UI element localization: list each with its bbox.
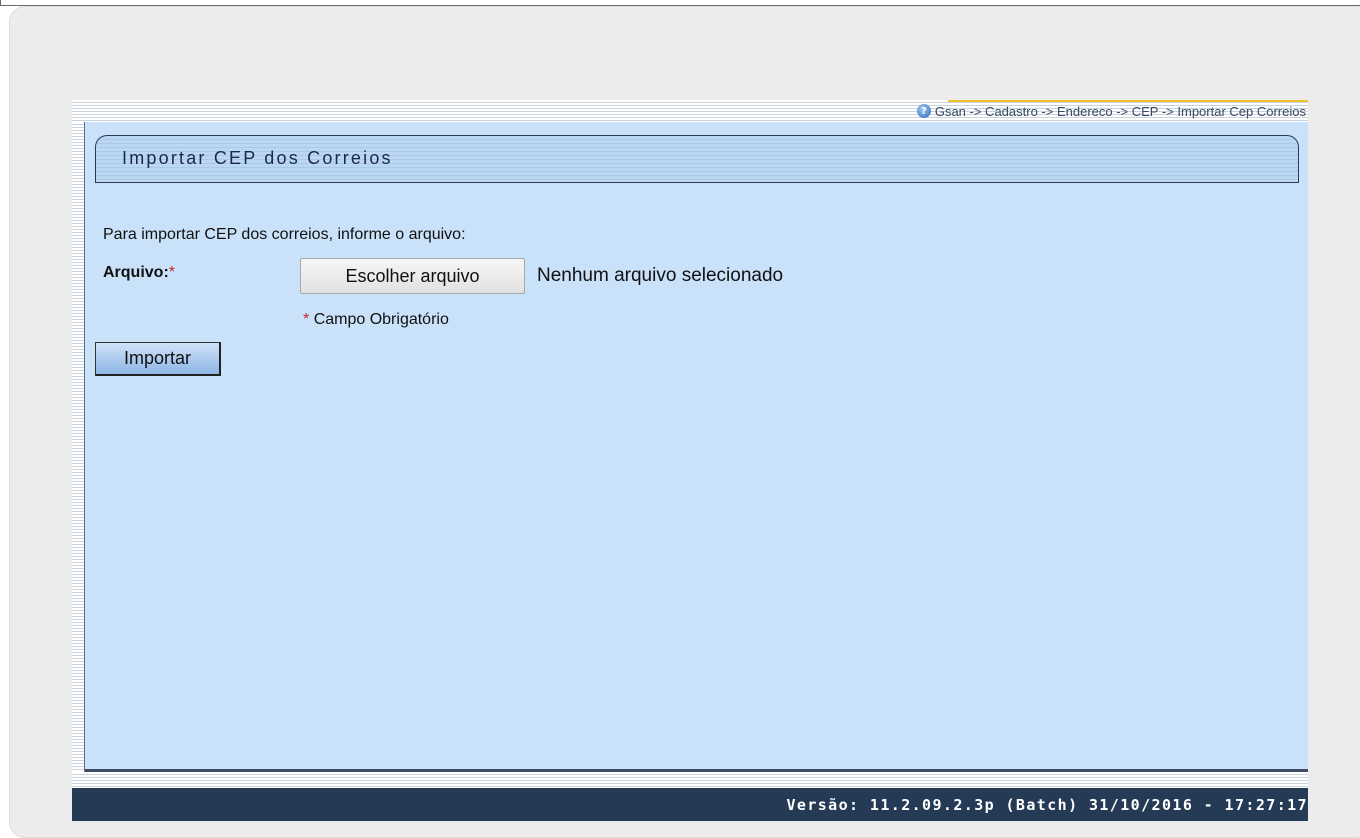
help-icon[interactable]: ? (916, 104, 931, 118)
breadcrumb-text: Gsan -> Cadastro -> Endereco -> CEP -> I… (934, 103, 1306, 119)
footer-stripes (72, 772, 1308, 788)
main-content: Importar CEP dos Correios Para importar … (85, 122, 1308, 769)
page-title-tab: Importar CEP dos Correios (95, 135, 1299, 183)
required-field-note: * Campo Obrigatório (303, 311, 449, 329)
choose-file-button[interactable]: Escolher arquivo (300, 258, 525, 294)
footer-bar: Versão: 11.2.09.2.3p (Batch) 31/10/2016 … (72, 788, 1308, 821)
file-label-text: Arquivo: (103, 264, 169, 281)
required-star: * (168, 264, 176, 281)
import-button[interactable]: Importar (95, 342, 221, 376)
header-band: ? Gsan -> Cadastro -> Endereco -> CEP ->… (72, 100, 1308, 122)
required-note-star: * (303, 311, 310, 328)
left-edge-stripes (72, 122, 85, 772)
app-container: ? Gsan -> Cadastro -> Endereco -> CEP ->… (72, 100, 1308, 821)
file-field-label: Arquivo:* (103, 264, 175, 282)
page-title: Importar CEP dos Correios (122, 148, 393, 168)
file-status-text: Nenhum arquivo selecionado (537, 265, 784, 286)
breadcrumb: ? Gsan -> Cadastro -> Endereco -> CEP ->… (916, 102, 1306, 120)
intro-text: Para importar CEP dos correios, informe … (103, 226, 466, 243)
required-note-text: Campo Obrigatório (313, 311, 449, 328)
version-text: Versão: 11.2.09.2.3p (Batch) 31/10/2016 … (786, 796, 1308, 814)
